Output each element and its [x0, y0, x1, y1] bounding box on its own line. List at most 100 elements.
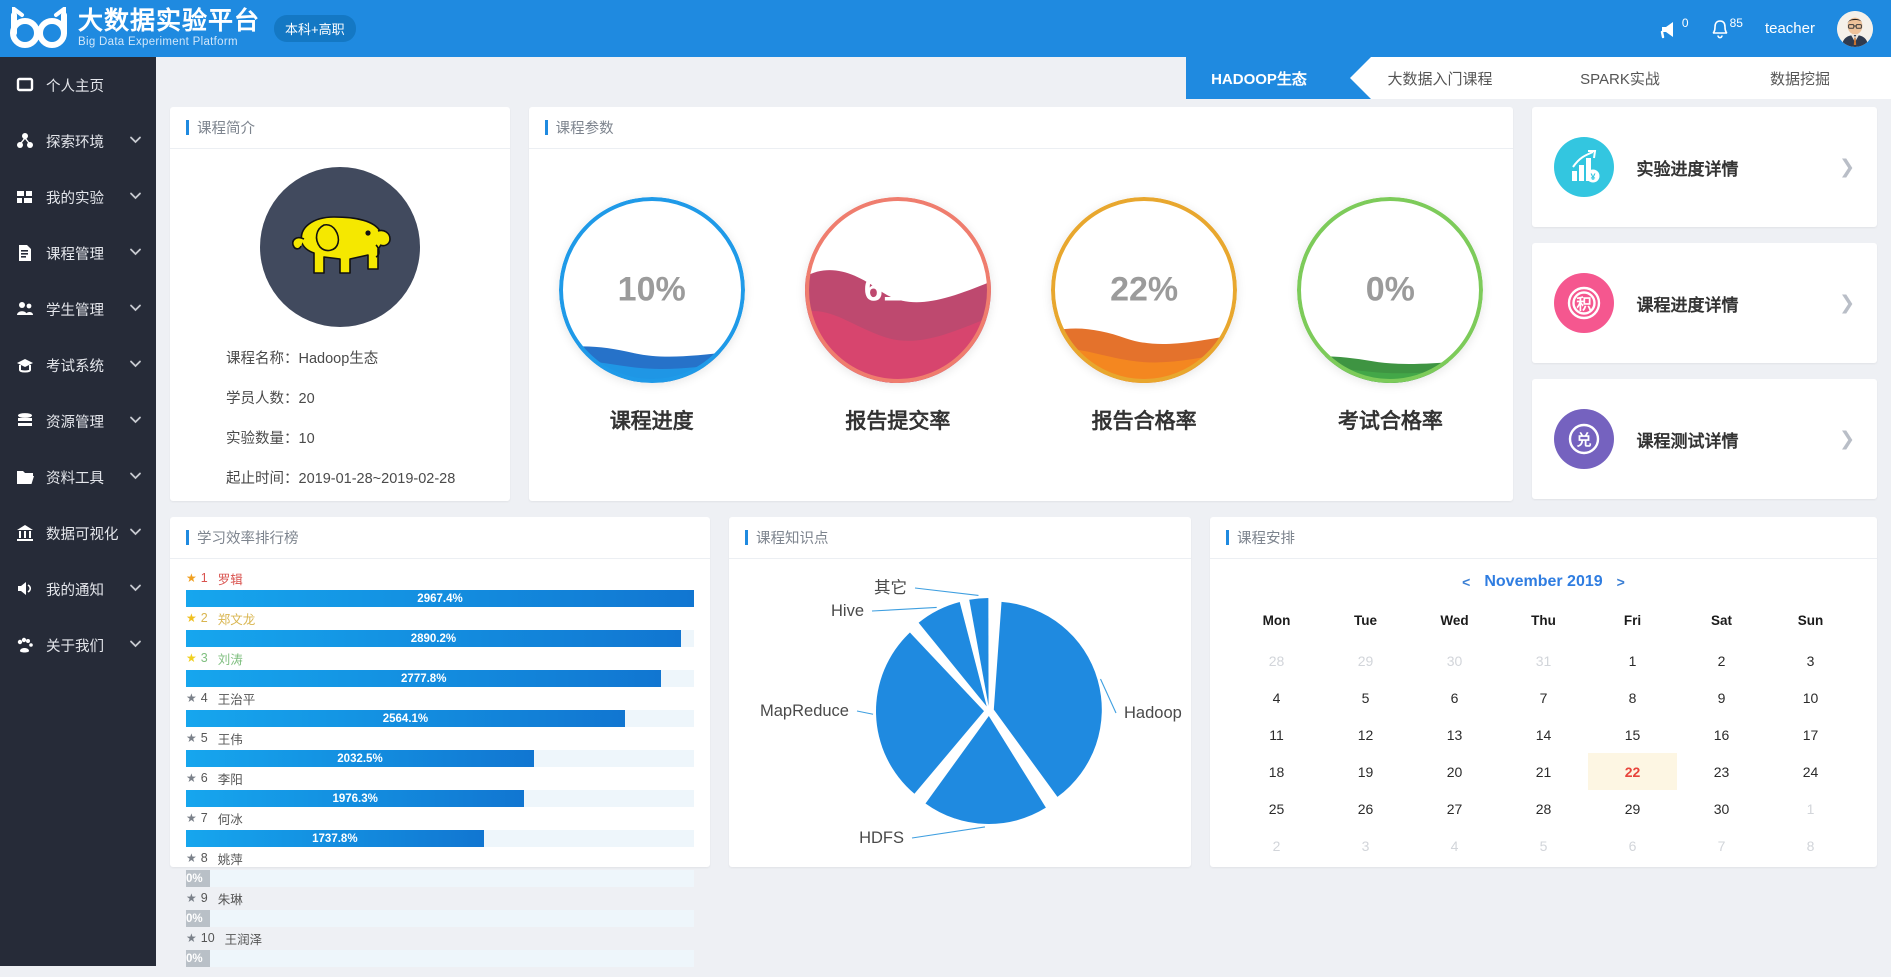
avatar[interactable]	[1837, 10, 1873, 47]
chevron-down-icon[interactable]	[129, 637, 142, 654]
chevron-down-icon[interactable]	[129, 357, 142, 374]
tab-3[interactable]: SPARK实战	[1530, 57, 1710, 99]
sidebar-item-label: 关于我们	[46, 638, 104, 655]
calendar-day-cell[interactable]: 11	[1232, 716, 1321, 753]
shortcut-card-2[interactable]: 积 课程进度详情 ❯	[1532, 243, 1878, 363]
calendar-day-cell[interactable]: 6	[1588, 827, 1677, 864]
calendar-day-cell[interactable]: 6	[1410, 679, 1499, 716]
calendar-day-cell[interactable]: 16	[1677, 716, 1766, 753]
chevron-down-icon[interactable]	[129, 189, 142, 206]
calendar-day-cell[interactable]: 26	[1321, 790, 1410, 827]
sidebar-item-2[interactable]: 探索环境	[0, 113, 156, 169]
tab-2[interactable]: 大数据入门课程	[1350, 57, 1530, 99]
sidebar-item-11[interactable]: 关于我们	[0, 617, 156, 673]
calendar-day-cell[interactable]: 2	[1677, 642, 1766, 679]
chevron-right-icon[interactable]: ❯	[1839, 292, 1855, 315]
calendar-day-cell[interactable]: 7	[1677, 827, 1766, 864]
pie-leader-line	[856, 710, 874, 715]
chevron-down-icon[interactable]	[129, 469, 142, 486]
calendar-day-cell[interactable]: 1	[1588, 642, 1677, 679]
calendar-day-cell[interactable]: 4	[1232, 679, 1321, 716]
calendar-day-cell[interactable]: 30	[1677, 790, 1766, 827]
sidebar-item-9[interactable]: 数据可视化	[0, 505, 156, 561]
ranking-header: 学习效率排行榜	[170, 517, 710, 559]
sidebar-item-1[interactable]: 个人主页	[0, 57, 156, 113]
tab-label: 数据挖掘	[1769, 70, 1830, 88]
calendar-day-cell[interactable]: 4	[1410, 827, 1499, 864]
chevron-right-icon[interactable]: ❯	[1839, 156, 1855, 179]
course-params-card: 课程参数 10% 课程进度 61% 报告提交率 22% 报告合格率 0% 考试合格率	[528, 107, 1514, 501]
sidebar-item-6[interactable]: 考试系统	[0, 337, 156, 393]
calendar-day-cell[interactable]: 12	[1321, 716, 1410, 753]
calendar-day-cell[interactable]: 10	[1766, 679, 1855, 716]
chevron-down-icon[interactable]	[129, 301, 142, 318]
sidebar-item-4[interactable]: 课程管理	[0, 225, 156, 281]
calendar-day-cell[interactable]: 2	[1232, 827, 1321, 864]
calendar-day-cell[interactable]: 25	[1232, 790, 1321, 827]
sidebar-item-7[interactable]: 资源管理	[0, 393, 156, 449]
calendar-day-cell[interactable]: 19	[1321, 753, 1410, 790]
ranking-bar-fill: 2967.4%	[186, 590, 694, 607]
calendar-day-cell[interactable]: 23	[1677, 753, 1766, 790]
bell-notification-button[interactable]: 85	[1711, 16, 1743, 39]
calendar-day-cell[interactable]: 14	[1499, 716, 1588, 753]
sidebar-item-3[interactable]: 我的实验	[0, 169, 156, 225]
accent-bar	[544, 120, 548, 135]
course-params-title: 课程参数	[555, 121, 614, 137]
calendar-weekday-header: Fri	[1623, 613, 1642, 628]
sidebar-item-10[interactable]: 我的通知	[0, 561, 156, 617]
gauge-value: 61%	[863, 270, 932, 309]
chevron-right-icon[interactable]: ❯	[1839, 428, 1855, 451]
home-icon	[16, 76, 38, 94]
exchange-badge-icon: 兑	[1554, 409, 1615, 469]
calendar-day-cell[interactable]: 8	[1766, 827, 1855, 864]
calendar-day-cell[interactable]: 3	[1766, 642, 1855, 679]
calendar-day-today[interactable]: 22	[1588, 753, 1677, 790]
calendar-day-cell[interactable]: 18	[1232, 753, 1321, 790]
calendar-day-cell[interactable]: 30	[1410, 642, 1499, 679]
calendar-day-cell[interactable]: 3	[1321, 827, 1410, 864]
calendar-prev-button[interactable]: <	[1462, 574, 1470, 590]
calendar-day-cell[interactable]: 17	[1766, 716, 1855, 753]
username-label[interactable]: teacher	[1765, 20, 1815, 37]
ranking-bar-fill: 2564.1%	[186, 710, 625, 727]
sidebar-item-5[interactable]: 学生管理	[0, 281, 156, 337]
calendar-day-cell[interactable]: 28	[1232, 642, 1321, 679]
calendar-day-cell[interactable]: 24	[1766, 753, 1855, 790]
calendar-next-button[interactable]: >	[1617, 574, 1625, 590]
calendar-day-cell[interactable]: 1	[1766, 790, 1855, 827]
sidebar-item-8[interactable]: 资料工具	[0, 449, 156, 505]
calendar-day-cell[interactable]: 5	[1499, 827, 1588, 864]
calendar-day-cell[interactable]: 29	[1588, 790, 1677, 827]
detail-shortcut-list: ¥ 实验进度详情 ❯ 积 课程进度详情 ❯ 兑 课程测试详情 ❯	[1532, 107, 1878, 501]
gauge-1: 10% 课程进度	[558, 197, 745, 435]
calendar-day-cell[interactable]: 21	[1499, 753, 1588, 790]
calendar-day-cell[interactable]: 31	[1499, 642, 1588, 679]
brand-logo[interactable]: 大数据实验平台 Big Data Experiment Platform 本科+…	[0, 6, 356, 51]
calendar-day-cell[interactable]: 20	[1410, 753, 1499, 790]
tab-1[interactable]: HADOOP生态	[1186, 57, 1371, 99]
chevron-down-icon[interactable]	[129, 581, 142, 598]
knowledge-pie-chart: Hadoop HDFS MapReduce Hive 其它	[760, 578, 1182, 847]
calendar-day-cell[interactable]: 9	[1677, 679, 1766, 716]
shortcut-card-1[interactable]: ¥ 实验进度详情 ❯	[1532, 107, 1878, 227]
calendar-day-cell[interactable]: 5	[1321, 679, 1410, 716]
calendar-day-cell[interactable]: 29	[1321, 642, 1410, 679]
chevron-down-icon[interactable]	[129, 413, 142, 430]
calendar-day-cell[interactable]: 8	[1588, 679, 1677, 716]
calendar-day-cell[interactable]: 15	[1588, 716, 1677, 753]
tab-4[interactable]: 数据挖掘	[1710, 57, 1890, 99]
ranking-bar-value: 2032.5%	[337, 752, 383, 765]
megaphone-notification-button[interactable]: 0	[1659, 16, 1689, 39]
calendar-day-cell[interactable]: 13	[1410, 716, 1499, 753]
calendar-nav: < November 2019 >	[1232, 573, 1855, 591]
star-icon: ★	[186, 891, 197, 905]
calendar-day-cell[interactable]: 28	[1499, 790, 1588, 827]
calendar-day-cell[interactable]: 27	[1410, 790, 1499, 827]
chevron-down-icon[interactable]	[129, 525, 142, 542]
ranking-row: ★ 2 郑文龙 2890.2%	[186, 609, 694, 647]
chevron-down-icon[interactable]	[129, 245, 142, 262]
chevron-down-icon[interactable]	[129, 133, 142, 150]
calendar-day-cell[interactable]: 7	[1499, 679, 1588, 716]
shortcut-card-3[interactable]: 兑 课程测试详情 ❯	[1532, 379, 1878, 499]
